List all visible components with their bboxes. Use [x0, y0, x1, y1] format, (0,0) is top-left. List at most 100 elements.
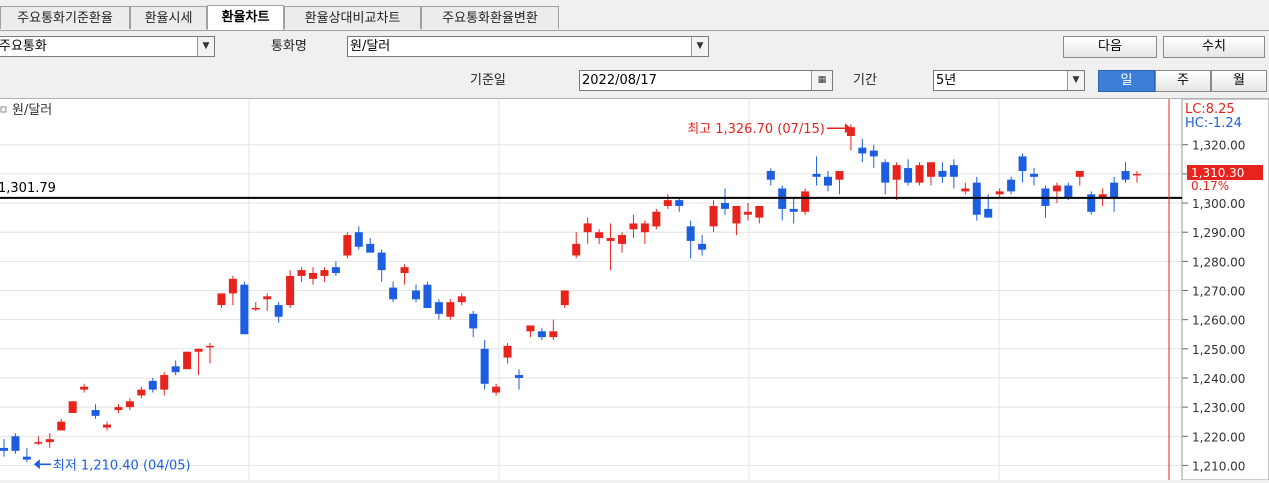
candle	[1052, 182, 1061, 204]
period-select-value: 5년	[936, 73, 957, 88]
candle	[1007, 176, 1016, 195]
candle	[652, 208, 661, 230]
tab-rate-chart[interactable]: 환율차트	[207, 5, 284, 30]
candle-body	[1121, 170, 1130, 180]
candle-body	[892, 165, 901, 180]
y-tick-label: 1,230.00	[1192, 401, 1245, 415]
candle-body	[22, 456, 31, 460]
base-date-input[interactable]: 2022/08/17 ▦	[579, 70, 833, 91]
candle	[766, 168, 775, 186]
candle	[331, 261, 340, 276]
candle	[835, 170, 844, 195]
candle	[457, 293, 466, 306]
tab-rate-quotes[interactable]: 환율시세	[130, 6, 207, 29]
candle-body	[286, 275, 295, 306]
currency-select[interactable]: 원/달러 ▼	[347, 36, 709, 57]
tab-currency-converter[interactable]: 주요통화환율변환	[421, 6, 559, 29]
candle	[526, 325, 535, 338]
calendar-icon[interactable]: ▦	[811, 71, 832, 90]
candle-body	[618, 235, 626, 244]
candle	[125, 398, 134, 411]
rate-chart[interactable]: 1,320.001,310.001,300.001,290.001,280.00…	[0, 98, 1269, 481]
legend-label: 원/달러	[12, 103, 52, 118]
candle-body	[412, 290, 420, 300]
candle-body	[377, 252, 386, 271]
candle-body	[469, 313, 478, 329]
candle-body	[194, 348, 203, 352]
category-select[interactable]: 주요통화 ▼	[0, 36, 215, 57]
candlestick-chart[interactable]: 1,320.001,310.001,300.001,290.001,280.00…	[0, 98, 1269, 481]
candle-body	[984, 208, 993, 218]
candle	[309, 267, 317, 285]
candle-body	[320, 270, 329, 276]
candle-body	[640, 223, 649, 233]
candle	[583, 217, 592, 244]
candle	[1133, 170, 1141, 183]
candle	[446, 299, 455, 320]
candle	[377, 249, 386, 282]
candle-body	[675, 200, 684, 206]
candle	[675, 197, 684, 212]
lc-label: LC:8.25	[1185, 102, 1235, 117]
candle	[183, 351, 192, 370]
candle	[0, 439, 8, 457]
candle	[778, 185, 787, 221]
daily-button[interactable]: 일	[1098, 70, 1155, 92]
candle	[434, 299, 443, 320]
tab-major-currency-rate[interactable]: 주요통화기준환율	[0, 6, 130, 29]
candle	[560, 290, 569, 308]
candle-body	[629, 223, 638, 230]
weekly-button[interactable]: 주	[1155, 70, 1211, 92]
candle-body	[1064, 185, 1073, 198]
candle	[801, 188, 810, 215]
category-select-value: 주요통화	[0, 39, 47, 54]
chevron-down-icon[interactable]: ▼	[691, 37, 708, 56]
candle-body	[1018, 156, 1027, 171]
candle	[240, 281, 249, 335]
candle-body	[57, 421, 66, 431]
candle	[606, 223, 615, 271]
candle	[629, 214, 638, 239]
candle-body	[389, 287, 398, 300]
candle-body	[812, 173, 821, 177]
candle	[1030, 168, 1038, 186]
candle	[206, 342, 214, 364]
legend-marker	[0, 106, 7, 113]
candle	[171, 360, 180, 376]
candle	[789, 197, 798, 224]
min-arrow-head	[33, 459, 40, 470]
currency-toolbar: 주요통화 ▼ 통화명 원/달러 ▼ 다음 수치	[0, 33, 1269, 63]
candle	[755, 205, 764, 224]
next-button[interactable]: 다음	[1063, 36, 1157, 58]
candle	[91, 404, 100, 419]
tab-relative-compare-chart[interactable]: 환율상대비교차트	[284, 6, 421, 29]
current-change: 0.17%	[1191, 179, 1229, 193]
candle-body	[91, 410, 100, 416]
candle-body	[515, 375, 523, 378]
y-tick-label: 1,260.00	[1192, 314, 1245, 328]
candle-body	[240, 284, 249, 335]
values-button[interactable]: 수치	[1163, 36, 1265, 58]
candle-body	[217, 293, 226, 306]
chevron-down-icon[interactable]: ▼	[1067, 71, 1084, 90]
candle-body	[698, 243, 707, 250]
period-select[interactable]: 5년 ▼	[933, 70, 1085, 91]
candle	[995, 188, 1004, 198]
candle-body	[423, 284, 432, 308]
candle	[103, 421, 111, 431]
candle-body	[606, 238, 615, 241]
candle-body	[125, 401, 134, 408]
chevron-down-icon[interactable]: ▼	[197, 37, 214, 56]
candle-body	[480, 348, 489, 384]
monthly-button[interactable]: 월	[1211, 70, 1267, 92]
candle-body	[732, 205, 741, 224]
candle-body	[366, 243, 375, 253]
candle-body	[446, 302, 455, 317]
candle	[949, 159, 958, 189]
max-annotation: 최고 1,326.70 (07/15)	[687, 122, 825, 137]
candle	[160, 372, 169, 396]
candle	[709, 200, 718, 233]
candle	[389, 281, 398, 303]
currency-name-label: 통화명	[271, 39, 307, 54]
candle	[228, 275, 237, 306]
